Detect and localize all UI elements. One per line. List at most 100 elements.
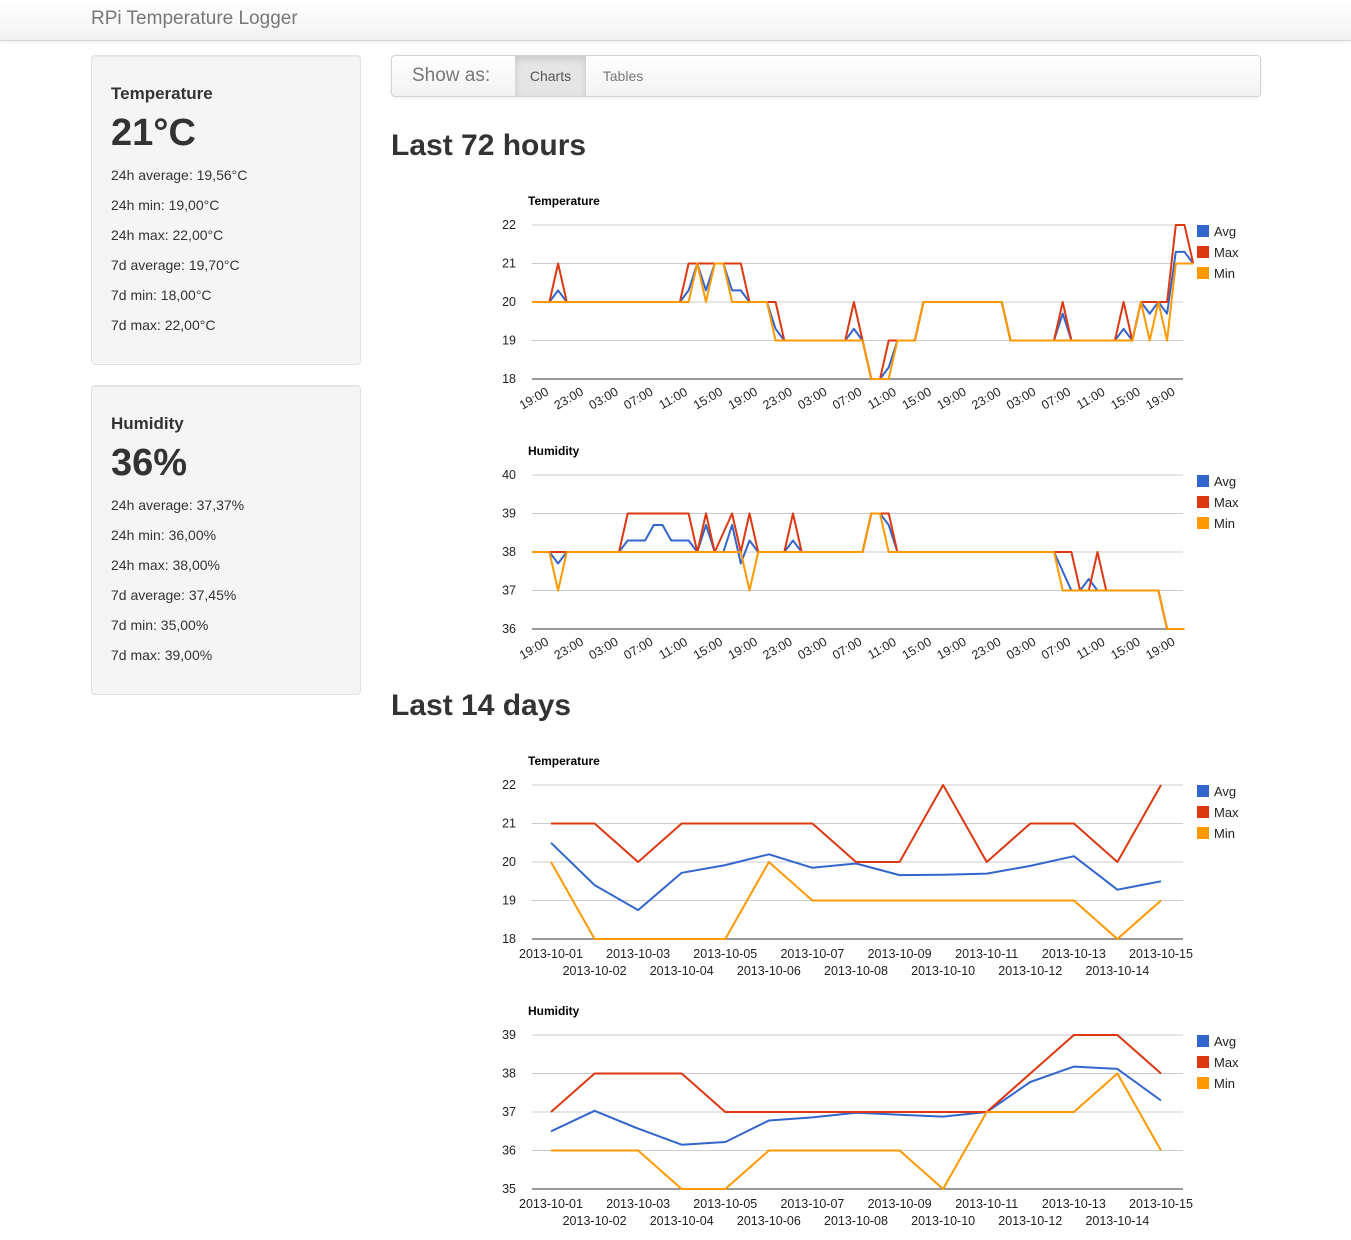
x-tick-label: 11:00 (865, 385, 898, 412)
x-tick-label: 19:00 (726, 635, 760, 663)
section-heading-14-days: Last 14 days (391, 689, 572, 722)
legend-label-avg: Avg (1214, 224, 1236, 239)
x-tick-label: 11:00 (1074, 385, 1107, 412)
series-line-avg (532, 512, 1185, 630)
humidity-7d-average: 7d average: 37,45% (111, 587, 237, 603)
chart-title: Humidity (528, 444, 580, 458)
x-tick-label: 2013-10-15 (1129, 1197, 1193, 1211)
x-tick-label: 19:00 (935, 635, 969, 663)
x-tick-label: 07:00 (621, 635, 655, 663)
legend-swatch-min (1197, 827, 1209, 839)
x-tick-label: 11:00 (865, 635, 898, 662)
temperature-current: 21°C (111, 112, 196, 154)
x-tick-label: 2013-10-02 (563, 964, 627, 978)
temperature-24h-min: 24h min: 19,00°C (111, 197, 220, 213)
x-tick-label: 23:00 (969, 385, 1003, 413)
x-tick-label: 2013-10-09 (868, 1197, 932, 1211)
legend-swatch-max (1197, 1056, 1209, 1068)
humidity-7d-max: 7d max: 39,00% (111, 647, 213, 663)
legend-swatch-avg (1197, 475, 1209, 487)
legend-label-avg: Avg (1214, 474, 1236, 489)
x-tick-label: 2013-10-04 (650, 1214, 714, 1228)
x-tick-label: 2013-10-07 (780, 1197, 844, 1211)
temperature-24h-max: 24h max: 22,00°C (111, 227, 224, 243)
y-tick-label: 36 (502, 622, 516, 636)
x-tick-label: 2013-10-03 (606, 947, 670, 961)
x-tick-label: 19:00 (517, 635, 551, 663)
x-tick-label: 2013-10-10 (911, 1214, 975, 1228)
legend-swatch-min (1197, 517, 1209, 529)
x-tick-label: 2013-10-08 (824, 964, 888, 978)
chart-temperature-72h: Temperature181920212219:00 23:00 03:00 07:0… (502, 194, 1239, 413)
x-tick-label: 15:00 (1109, 385, 1143, 413)
legend-swatch-min (1197, 267, 1209, 279)
x-tick-label: 03:00 (795, 385, 829, 413)
x-tick-label: 15:00 (900, 635, 934, 663)
y-tick-label: 37 (502, 1105, 516, 1119)
x-tick-label: 2013-10-14 (1085, 1214, 1149, 1228)
y-tick-label: 37 (502, 584, 516, 598)
temperature-7d-min: 7d min: 18,00°C (111, 287, 212, 303)
humidity-24h-min: 24h min: 36,00% (111, 527, 217, 543)
x-tick-label: 2013-10-07 (780, 947, 844, 961)
chart-humidity-14d: Humidity 35 36 37 38 39 2013-10-01 2013-10-02 20… (502, 1004, 1239, 1228)
legend-label-min: Min (1214, 266, 1235, 281)
show-as-bar: Show as: Charts Tables (391, 55, 1261, 97)
x-tick-label: 2013-10-11 (955, 1197, 1018, 1211)
x-tick-label: 23:00 (761, 385, 795, 413)
tab-charts[interactable]: Charts (515, 56, 586, 96)
x-tick-label: 23:00 (552, 385, 586, 413)
x-tick-label: 19:00 (517, 385, 551, 413)
x-tick-label: 2013-10-14 (1085, 964, 1149, 978)
legend-label-max: Max (1214, 805, 1239, 820)
chart-title: Humidity (528, 1004, 580, 1018)
y-tick-label: 38 (502, 1067, 516, 1081)
x-tick-label: 2013-10-13 (1042, 947, 1106, 961)
series-line-min (532, 512, 1185, 630)
x-tick-label: 2013-10-15 (1129, 947, 1193, 961)
x-tick-label: 03:00 (1004, 385, 1038, 413)
series-line-avg (532, 250, 1195, 380)
navbar: RPi Temperature Logger (0, 0, 1351, 41)
legend-label-min: Min (1214, 826, 1235, 841)
x-tick-label: 07:00 (621, 385, 655, 413)
x-tick-label: 2013-10-02 (563, 1214, 627, 1228)
x-tick-label: 2013-10-03 (606, 1197, 670, 1211)
x-tick-label: 2013-10-12 (998, 1214, 1062, 1228)
y-tick-label: 39 (502, 1028, 516, 1042)
y-tick-label: 21 (502, 817, 516, 831)
y-tick-label: 20 (502, 855, 516, 869)
x-tick-label: 15:00 (691, 635, 725, 663)
show-as-label: Show as: (412, 65, 491, 86)
x-tick-label: 15:00 (691, 385, 725, 413)
temperature-7d-average: 7d average: 19,70°C (111, 257, 240, 273)
x-tick-label: 2013-10-09 (868, 947, 932, 961)
x-tick-label: 03:00 (1004, 635, 1038, 663)
x-tick-label: 2013-10-08 (824, 1214, 888, 1228)
legend-swatch-min (1197, 1077, 1209, 1089)
tab-tables[interactable]: Tables (586, 56, 660, 96)
x-tick-label: 03:00 (587, 635, 621, 663)
y-tick-label: 20 (502, 295, 516, 309)
x-tick-label: 2013-10-05 (693, 1197, 757, 1211)
x-tick-label: 2013-10-01 (519, 947, 583, 961)
chart-title: Temperature (528, 194, 600, 208)
temperature-panel-title: Temperature (111, 84, 213, 103)
series-line-avg (550, 1065, 1162, 1146)
x-tick-label: 2013-10-05 (693, 947, 757, 961)
y-tick-label: 36 (502, 1144, 516, 1158)
chart-title: Temperature (528, 754, 600, 768)
x-tick-label: 19:00 (726, 385, 760, 413)
x-tick-label: 2013-10-04 (650, 964, 714, 978)
x-tick-label: 03:00 (795, 635, 829, 663)
temperature-panel: Temperature 21°C 24h average: 19,56°C 24… (91, 55, 361, 365)
y-tick-label: 39 (502, 507, 516, 521)
legend-swatch-avg (1197, 1035, 1209, 1047)
y-tick-label: 19 (502, 894, 516, 908)
app-brand[interactable]: RPi Temperature Logger (91, 8, 298, 30)
x-tick-label: 19:00 (1143, 635, 1177, 663)
legend-swatch-avg (1197, 785, 1209, 797)
humidity-7d-min: 7d min: 35,00% (111, 617, 209, 633)
legend-label-min: Min (1214, 1076, 1235, 1091)
legend-label-max: Max (1214, 1055, 1239, 1070)
